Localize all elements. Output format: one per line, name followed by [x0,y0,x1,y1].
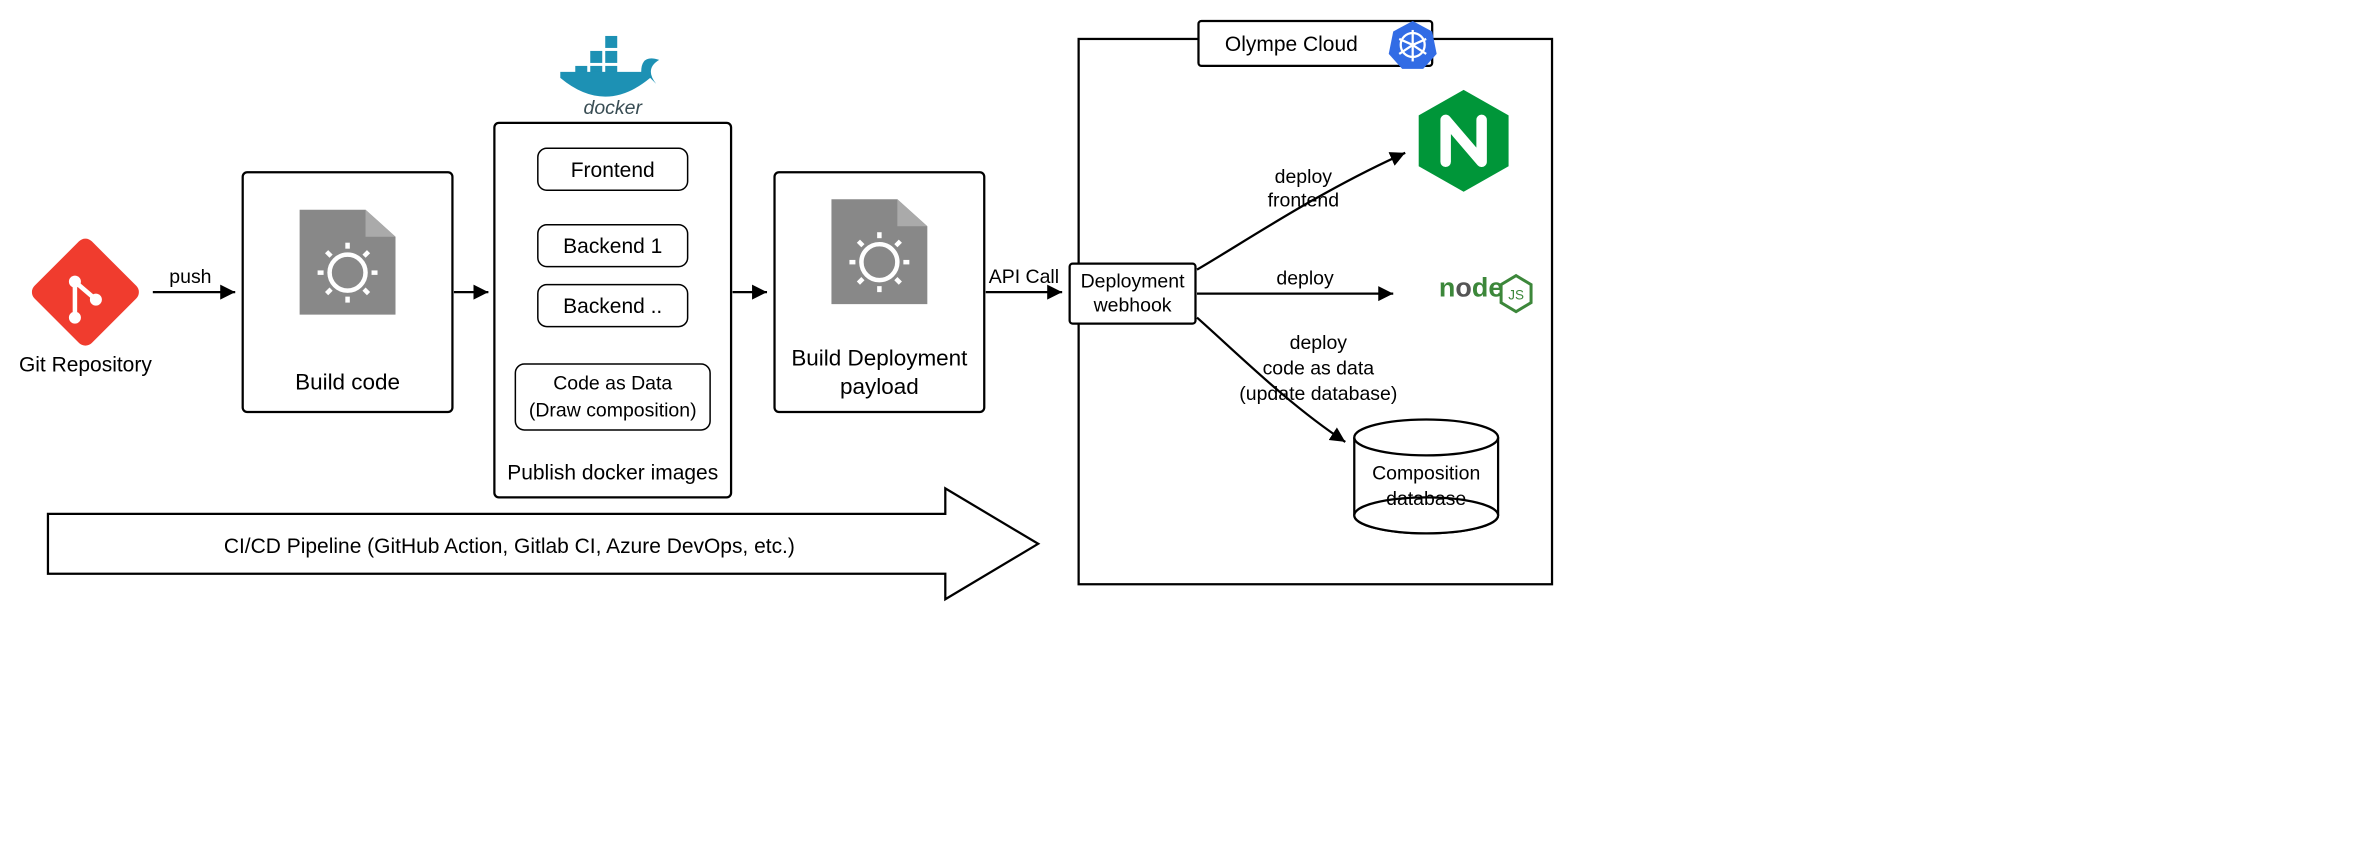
db-l2: database [1386,488,1466,510]
docker-item-cad-l1: Code as Data [553,373,672,395]
build-code-box: Build code [243,172,453,412]
build-deployment-box: Build Deployment payload [775,172,985,412]
deploy-db-l2: code as data [1263,358,1375,380]
build-code-label: Build code [295,370,400,395]
database-icon: Composition database [1354,419,1498,533]
docker-item-backend1: Backend 1 [563,235,662,258]
cloud-title: Olympe Cloud [1225,33,1358,56]
docker-item-frontend: Frontend [571,159,655,182]
deploy-label: deploy [1276,268,1334,290]
cloud-box: Olympe Cloud Deployment webhook node JS … [1070,21,1552,584]
nginx-icon [1419,90,1509,192]
deploy-db-l3: (update database) [1239,383,1397,405]
config-file-icon [300,210,396,315]
api-call-label: API Call [989,266,1059,288]
docker-label: docker [584,97,644,119]
docker-panel: docker Frontend Backend 1 Backend .. Cod… [494,36,731,497]
pipeline-label: CI/CD Pipeline (GitHub Action, Gitlab CI… [224,535,795,558]
git-repo-label: Git Repository [19,354,152,377]
db-l1: Composition [1372,462,1480,484]
deploy-db-l1: deploy [1290,332,1348,354]
svg-text:node: node [1439,273,1503,303]
build-deploy-l2: payload [840,374,919,399]
webhook-l2: webhook [1093,295,1172,317]
build-deploy-l1: Build Deployment [791,346,968,371]
push-label: push [169,266,211,288]
diagram-root: Git Repository push Build code docker Fr… [0,0,2364,867]
docker-item-backend2: Backend .. [563,295,662,318]
pipeline-arrow: CI/CD Pipeline (GitHub Action, Gitlab CI… [48,488,1038,599]
deploy-fe-l1: deploy [1275,166,1333,188]
payload-file-icon [831,199,927,304]
docker-item-cad-l2: (Draw composition) [529,399,697,421]
docker-icon [560,36,659,97]
webhook-l1: Deployment [1081,271,1185,293]
svg-text:JS: JS [1508,288,1524,303]
nodejs-icon: node JS [1439,273,1531,312]
git-icon [28,235,142,349]
docker-panel-title: Publish docker images [507,461,718,484]
deploy-fe-l2: frontend [1268,190,1339,212]
